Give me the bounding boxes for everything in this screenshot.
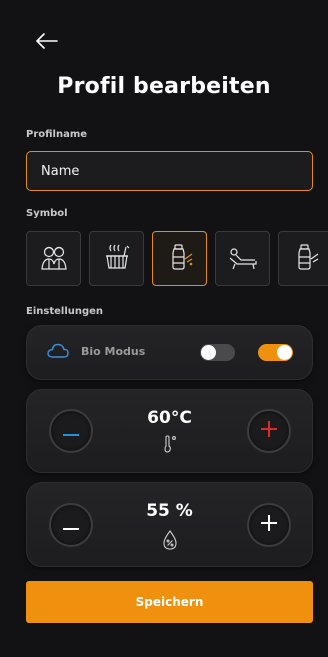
humidity-increase-button[interactable] bbox=[247, 503, 291, 547]
symbol-option-bottle[interactable] bbox=[278, 231, 328, 286]
symbol-label: Symbol bbox=[26, 208, 68, 219]
symbol-option-water-bottle[interactable] bbox=[152, 231, 207, 286]
bio-mode-toggle-on[interactable] bbox=[258, 344, 293, 361]
temperature-increase-button[interactable] bbox=[247, 409, 291, 453]
save-button-label: Speichern bbox=[135, 595, 204, 609]
symbol-picker bbox=[26, 231, 328, 287]
back-arrow-icon[interactable] bbox=[34, 28, 60, 54]
sauna-bucket-icon bbox=[102, 242, 132, 276]
plus-icon bbox=[261, 515, 277, 535]
profile-name-input[interactable]: Name bbox=[26, 151, 313, 191]
settings-label: Einstellungen bbox=[26, 306, 104, 317]
symbol-option-people[interactable] bbox=[26, 231, 81, 286]
page-title: Profil bearbeiten bbox=[57, 74, 271, 99]
people-icon bbox=[39, 242, 69, 276]
bio-mode-card: Bio Modus bbox=[26, 325, 313, 380]
bottle-icon bbox=[291, 242, 321, 276]
droplet-percent-icon bbox=[161, 530, 179, 554]
profile-name-label: Profilname bbox=[26, 129, 88, 140]
bio-mode-toggle-off[interactable] bbox=[200, 344, 235, 361]
plus-icon bbox=[261, 421, 277, 441]
bio-mode-label: Bio Modus bbox=[81, 345, 146, 358]
symbol-option-sauna-bucket[interactable] bbox=[89, 231, 144, 286]
profile-name-value: Name bbox=[41, 163, 80, 179]
lounger-icon bbox=[227, 242, 259, 276]
humidity-card: 55 % bbox=[26, 482, 313, 567]
cloud-icon bbox=[47, 343, 69, 363]
water-bottle-icon bbox=[165, 242, 195, 276]
temperature-card: 60°C bbox=[26, 389, 313, 473]
symbol-option-lounger[interactable] bbox=[215, 231, 270, 286]
save-button[interactable]: Speichern bbox=[26, 581, 313, 623]
thermometer-icon bbox=[162, 435, 178, 457]
